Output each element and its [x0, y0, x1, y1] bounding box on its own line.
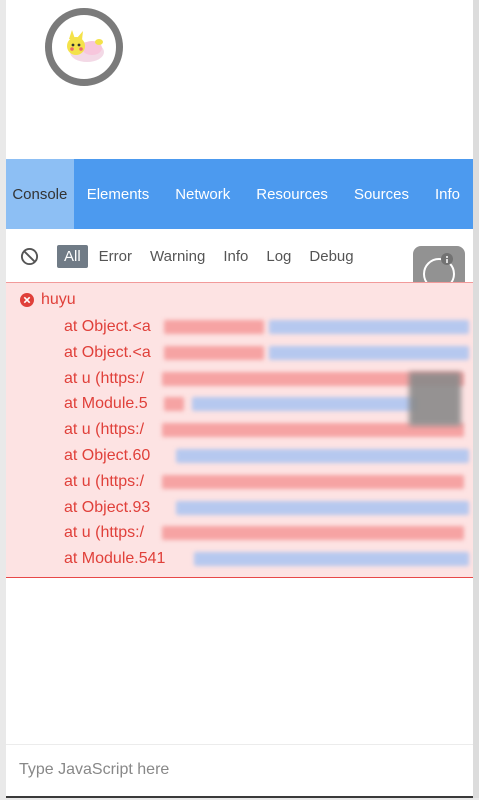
clear-console-button[interactable] — [19, 246, 39, 266]
filter-info[interactable]: Info — [216, 245, 255, 268]
filter-warning[interactable]: Warning — [143, 245, 212, 268]
error-message: huyu — [41, 291, 76, 308]
stack-line: at Object.<a — [64, 314, 469, 340]
stack-line: at Module.541 — [64, 546, 469, 572]
block-icon — [20, 247, 38, 265]
stack-trace: at Object.<a at Object.<a at u (https:/ … — [64, 314, 469, 572]
console-toolbar: All Error Warning Info Log Debug — [6, 236, 473, 298]
stack-line: at u (https:/ — [64, 469, 469, 495]
filter-all[interactable]: All — [57, 244, 88, 268]
tab-console[interactable]: Console — [6, 159, 74, 229]
devtools-page: Console Elements Network Resources Sourc… — [6, 0, 473, 798]
bottom-edge — [6, 796, 473, 798]
filter-error[interactable]: Error — [92, 245, 139, 268]
stack-line: at Object.93 — [64, 495, 469, 521]
tab-sources[interactable]: Sources — [341, 159, 422, 229]
window-edge — [473, 0, 479, 798]
tab-info[interactable]: Info — [422, 159, 473, 229]
console-input-area — [6, 744, 473, 795]
stack-line: at Object.<a — [64, 340, 469, 366]
avatar-icon — [67, 30, 104, 62]
tab-elements[interactable]: Elements — [74, 159, 163, 229]
filter-log[interactable]: Log — [259, 245, 298, 268]
error-log-entry[interactable]: huyu at Object.<a at Object.<a at u (htt… — [6, 282, 473, 578]
javascript-input[interactable] — [6, 745, 473, 795]
error-header: huyu — [20, 291, 76, 309]
error-icon — [20, 293, 34, 307]
redacted-block — [409, 372, 461, 426]
tab-resources[interactable]: Resources — [243, 159, 341, 229]
stack-line: at Object.60 — [64, 443, 469, 469]
tab-network[interactable]: Network — [162, 159, 243, 229]
avatar[interactable] — [45, 8, 123, 86]
tab-bar: Console Elements Network Resources Sourc… — [6, 159, 473, 229]
stack-line: at u (https:/ — [64, 520, 469, 546]
filter-debug[interactable]: Debug — [302, 245, 360, 268]
